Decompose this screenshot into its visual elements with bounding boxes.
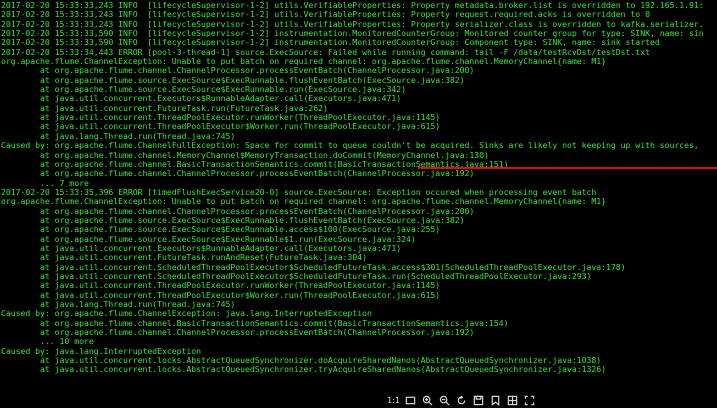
fit-window-icon bbox=[405, 396, 416, 405]
fullscreen-icon bbox=[524, 395, 535, 406]
terminal-line: at java.util.concurrent.FutureTask.run(F… bbox=[1, 103, 328, 113]
terminal-line: org.apache.flume.ChannelException: Unabl… bbox=[1, 197, 607, 207]
fit-window-button[interactable] bbox=[404, 394, 417, 407]
terminal-line: at org.apache.flume.channel.ChannelProce… bbox=[1, 169, 475, 179]
terminal-line: 2017-02-20 15:33:33,590 INFO [lifecycleS… bbox=[1, 38, 660, 48]
terminal-line: 2017-02-20 15:33:35,396 ERROR [timedFlus… bbox=[1, 187, 597, 197]
terminal-line: 2017-02-20 15:33:33,590 INFO [lifecycleS… bbox=[1, 29, 704, 39]
terminal-line: at java.util.concurrent.Executors$Runnab… bbox=[1, 243, 402, 253]
terminal-line: at java.util.concurrent.ThreadPoolExecut… bbox=[1, 290, 441, 300]
zoom-in-icon bbox=[422, 395, 433, 406]
terminal-line: Caused by: org.apache.flume.ChannelFullE… bbox=[1, 141, 699, 151]
terminal-line: at java.lang.Thread.run(Thread.java:745) bbox=[1, 131, 236, 141]
terminal-line: 2017-02-20 15:33:33,243 INFO [lifecycleS… bbox=[1, 1, 704, 10]
terminal-line: at java.util.concurrent.ScheduledThreadP… bbox=[1, 262, 626, 272]
zoom-label: 1:1 bbox=[387, 396, 400, 405]
image-viewer-toolbar: 1:1 bbox=[383, 393, 540, 408]
terminal-line: at java.util.concurrent.ThreadPoolExecut… bbox=[1, 281, 441, 291]
terminal-output[interactable]: 2017-02-20 15:33:33,243 INFO [lifecycleS… bbox=[1, 1, 717, 408]
terminal-line: at org.apache.flume.source.ExecSource$Ex… bbox=[1, 75, 465, 85]
terminal-line: at org.apache.flume.channel.ChannelProce… bbox=[1, 328, 475, 338]
save-button[interactable] bbox=[472, 394, 485, 407]
terminal-line: Caused by: org.apache.flume.ChannelExcep… bbox=[1, 309, 372, 319]
terminal-line: at org.apache.flume.source.ExecSource$Ex… bbox=[1, 234, 416, 244]
terminal-line: at org.apache.flume.source.ExecSource$Ex… bbox=[1, 215, 465, 225]
terminal-line: at java.util.concurrent.locks.AbstractQu… bbox=[1, 356, 602, 366]
terminal-line: 2017-02-20 15:33:34,443 ERROR [pool-3-th… bbox=[1, 47, 650, 57]
grid-icon bbox=[507, 395, 518, 406]
terminal-line: at java.util.concurrent.Executors$Runnab… bbox=[1, 94, 402, 104]
zoom-actual-size-button[interactable]: 1:1 bbox=[387, 394, 400, 407]
terminal-line: org.apache.flume.ChannelException: Unabl… bbox=[1, 57, 607, 67]
terminal-line: ... 10 more bbox=[1, 337, 94, 347]
terminal-line: at org.apache.flume.source.ExecSource$Ex… bbox=[1, 225, 441, 235]
zoom-in-button[interactable] bbox=[421, 394, 434, 407]
terminal-line: at org.apache.flume.channel.ChannelProce… bbox=[1, 66, 475, 76]
terminal-line: at org.apache.flume.channel.MemoryChanne… bbox=[1, 150, 489, 160]
terminal-line: Caused by: java.lang.InterruptedExceptio… bbox=[1, 346, 202, 356]
rotate-icon bbox=[457, 395, 466, 405]
bookmark-icon bbox=[491, 395, 500, 406]
terminal-line: at java.util.concurrent.locks.AbstractQu… bbox=[1, 365, 607, 375]
terminal-line: at org.apache.flume.channel.ChannelProce… bbox=[1, 206, 475, 216]
terminal-line: at java.util.concurrent.FutureTask.runAn… bbox=[1, 253, 367, 263]
bookmark-button[interactable] bbox=[489, 394, 502, 407]
red-underline-annotation bbox=[418, 167, 717, 169]
zoom-out-icon bbox=[439, 395, 450, 406]
terminal-line: at org.apache.flume.channel.BasicTransac… bbox=[1, 318, 509, 328]
rotate-button[interactable] bbox=[455, 394, 468, 407]
fullscreen-button[interactable] bbox=[523, 394, 536, 407]
terminal-line: at java.util.concurrent.ThreadPoolExecut… bbox=[1, 122, 441, 132]
terminal-line: at java.lang.Thread.run(Thread.java:745) bbox=[1, 300, 236, 309]
terminal-line: 2017-02-20 15:33:33,243 INFO [lifecycleS… bbox=[1, 10, 650, 20]
terminal-line: ... 7 more bbox=[1, 178, 89, 188]
terminal-line: at java.util.concurrent.ThreadPoolExecut… bbox=[1, 113, 441, 123]
terminal-line: at java.util.concurrent.ScheduledThreadP… bbox=[1, 271, 592, 281]
zoom-out-button[interactable] bbox=[438, 394, 451, 407]
terminal-line: 2017-02-20 15:33:33,243 INFO [lifecycleS… bbox=[1, 19, 704, 29]
terminal-line: at org.apache.flume.source.ExecSource$Ex… bbox=[1, 85, 406, 95]
grid-button[interactable] bbox=[506, 394, 519, 407]
save-icon bbox=[473, 395, 484, 406]
